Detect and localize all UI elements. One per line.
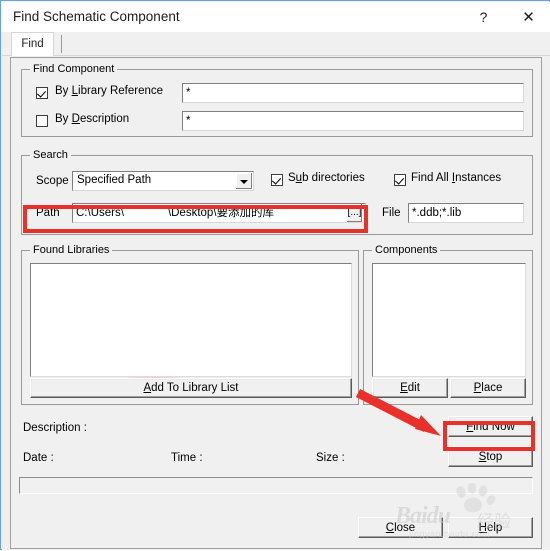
size-label: Size : (316, 452, 345, 464)
scope-selected-value: Specified Path (77, 174, 152, 186)
lbl-bylibref-post: ibrary Reference (78, 85, 164, 97)
scope-dropdown[interactable]: Specified Path (72, 171, 254, 191)
description-info-label: Description : (23, 422, 87, 434)
path-value-pre: C:\Users\ (76, 207, 124, 219)
stop-accel: S (478, 451, 487, 463)
edit-btn-label: dit (407, 382, 420, 394)
help-button[interactable]: Help (448, 517, 533, 538)
dialog-body: Find Component By Library Reference * By… (2, 56, 550, 550)
window-title: Find Schematic Component (13, 9, 180, 24)
found-libraries-group: Found Libraries Add To Library List (21, 244, 359, 405)
lbl-findall-post: nstances (455, 172, 502, 184)
find-component-group: Find Component By Library Reference * By… (21, 63, 533, 137)
lbl-bydesc-pre: By (55, 113, 72, 125)
add-btn-accel: A (143, 382, 152, 394)
search-group: Search Scope Specified Path Sub director… (21, 149, 533, 394)
label-find-all-instances: Find All Instances (411, 172, 501, 184)
checkbox-sub-directories[interactable] (271, 174, 283, 186)
help-label: elp (486, 522, 503, 534)
components-group: Components Edit Place (363, 244, 533, 405)
library-reference-input[interactable]: * (182, 83, 524, 103)
close-label: lose (394, 522, 416, 534)
found-libraries-listbox[interactable] (30, 263, 352, 377)
place-component-button[interactable]: Place (450, 378, 526, 398)
lbl-bydesc-accel: D (71, 113, 80, 125)
date-label: Date : (23, 452, 54, 464)
lbl-subdir-post: b directories (302, 172, 365, 184)
status-progress-bar (19, 477, 533, 494)
label-by-description: By Description (55, 113, 129, 125)
close-button[interactable]: Close (358, 517, 443, 538)
file-input[interactable]: *.ddb;*.lib (408, 203, 524, 223)
edit-component-button[interactable]: Edit (372, 378, 448, 398)
findnow-accel: F (466, 421, 474, 433)
search-group-title: Search (30, 149, 71, 161)
help-accel: H (478, 522, 487, 534)
edit-btn-accel: E (400, 382, 408, 394)
lbl-bylibref-pre: By (55, 85, 72, 97)
find-now-button[interactable]: Find Now (448, 416, 533, 437)
label-by-library-reference: By Library Reference (55, 85, 163, 97)
file-label: File (382, 207, 401, 219)
chevron-down-icon[interactable] (236, 173, 252, 189)
close-accel: C (385, 522, 395, 534)
components-group-title: Components (372, 244, 441, 256)
time-label: Time : (171, 452, 203, 464)
found-libraries-group-title: Found Libraries (30, 244, 113, 256)
lbl-findall-pre: Find All (411, 172, 452, 184)
find-schematic-component-dialog: Find Schematic Component ? ✕ Find Find C… (0, 0, 550, 550)
tab-separator (61, 35, 62, 53)
tab-find[interactable]: Find (11, 32, 54, 56)
description-input[interactable]: * (182, 111, 524, 131)
place-btn-label: lace (481, 382, 503, 394)
checkbox-find-all-instances[interactable] (394, 174, 406, 186)
findnow-label: ind Now (473, 421, 515, 433)
dialog-inner-panel: Find Component By Library Reference * By… (10, 57, 542, 549)
add-to-library-list-button[interactable]: Add To Library List (30, 378, 352, 398)
stop-button[interactable]: Stop (448, 446, 533, 467)
scope-label: Scope (36, 175, 69, 187)
label-sub-directories: Sub directories (288, 172, 365, 184)
find-component-group-title: Find Component (30, 63, 118, 75)
help-question-icon[interactable]: ? (461, 3, 506, 32)
close-x-icon[interactable]: ✕ (506, 3, 550, 32)
title-bar: Find Schematic Component ? ✕ (2, 2, 550, 32)
path-browse-button[interactable]: [...] (347, 204, 362, 222)
path-label: Path (36, 207, 60, 219)
tab-strip: Find (2, 32, 550, 56)
lbl-subdir-pre: S (288, 172, 296, 184)
path-value-post: \Desktop\要添加的库 (167, 207, 274, 219)
path-input[interactable]: C:\Users\ \Desktop\要添加的库 (72, 203, 366, 223)
place-btn-accel: P (473, 382, 482, 394)
checkbox-by-library-reference[interactable] (36, 87, 48, 99)
lbl-bydesc-post: escription (79, 113, 130, 125)
components-listbox[interactable] (372, 263, 526, 377)
stop-label: top (486, 451, 503, 463)
checkbox-by-description[interactable] (36, 115, 48, 127)
add-btn-label: dd To Library List (151, 382, 239, 394)
